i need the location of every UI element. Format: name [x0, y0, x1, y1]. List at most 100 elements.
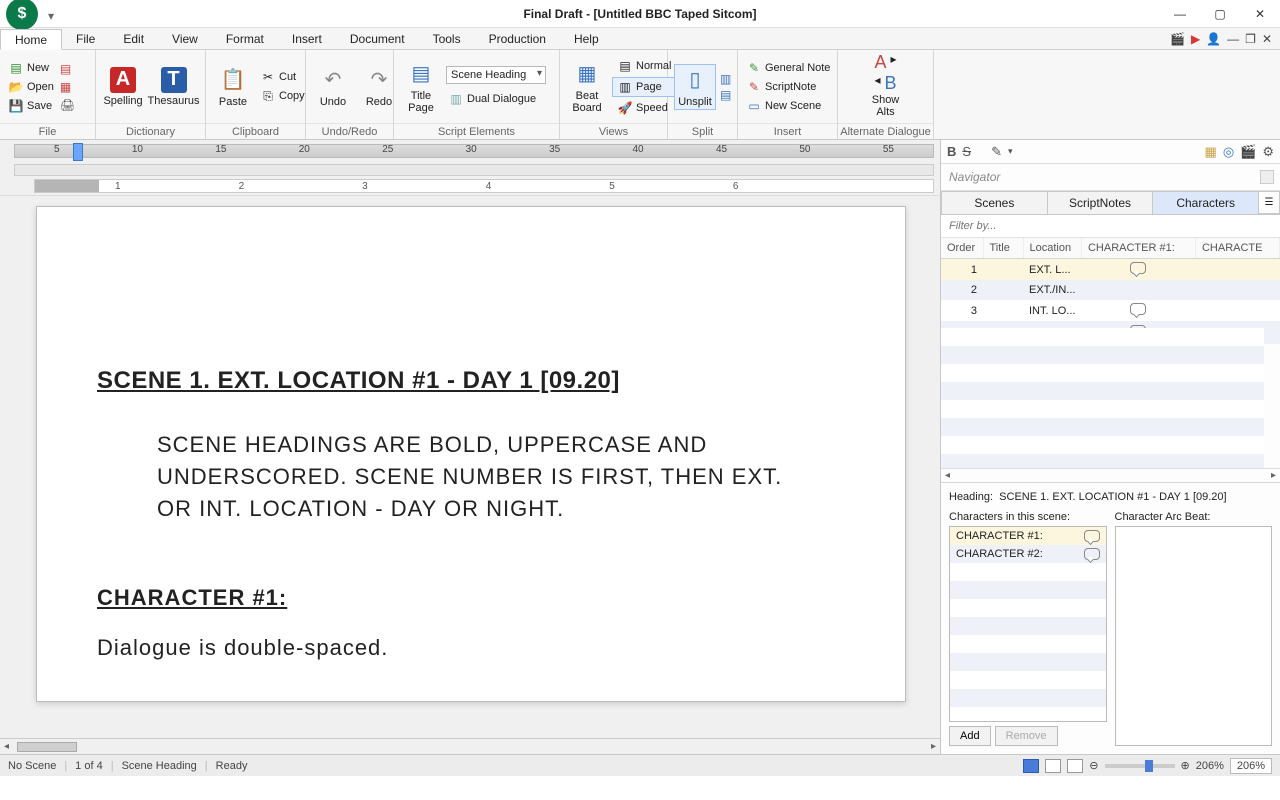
nav-h-scrollbar[interactable]: ◂▸	[941, 468, 1280, 482]
speed-view-button[interactable]: 🚀Speed	[612, 98, 676, 118]
editor-h-scrollbar[interactable]: ◂▸	[0, 738, 940, 754]
cut-button[interactable]: ✂Cut	[258, 68, 307, 86]
show-alts-button[interactable]: Show Alts	[872, 94, 900, 118]
list-item[interactable]: CHARACTER #1:	[950, 527, 1106, 545]
scriptnote-button[interactable]: ✎ScriptNote	[744, 78, 832, 96]
maximize-button[interactable]: ▢	[1200, 0, 1240, 28]
copy-button[interactable]: ⎘Copy	[258, 87, 307, 105]
highlighter-icon[interactable]: ✎	[991, 144, 1002, 160]
group-label-split: Split	[668, 123, 737, 139]
dual-dialogue-button[interactable]: ▥Dual Dialogue	[446, 90, 546, 108]
menu-edit[interactable]: Edit	[109, 28, 158, 49]
col-header[interactable]: Location	[1023, 238, 1081, 259]
note-icon[interactable]	[1084, 530, 1100, 542]
zoom-input[interactable]: 206%	[1230, 758, 1272, 774]
nav-collab-icon[interactable]: ⚙	[1262, 144, 1274, 160]
clapper-icon[interactable]: 🎬	[1170, 32, 1185, 46]
table-row[interactable]: 2EXT./IN...	[941, 281, 1280, 300]
new-scene-button[interactable]: ▭New Scene	[744, 97, 832, 115]
print-icon[interactable]: 🖨	[60, 98, 75, 112]
element-dropdown[interactable]: Scene Heading	[446, 66, 546, 84]
menu-tools[interactable]: Tools	[419, 28, 475, 49]
menu-help[interactable]: Help	[560, 28, 613, 49]
menu-production[interactable]: Production	[475, 28, 560, 49]
arc-beat-textbox[interactable]	[1115, 526, 1273, 746]
new-button[interactable]: ▤New	[6, 59, 56, 77]
nav-tab-scriptnotes[interactable]: ScriptNotes	[1047, 191, 1154, 214]
col-header[interactable]: Title	[983, 238, 1023, 259]
export-fdx-icon[interactable]: ▦	[60, 80, 75, 94]
split-vert-icon[interactable]: ▥	[720, 72, 731, 86]
list-item[interactable]: CHARACTER #2:	[950, 545, 1106, 563]
document-ruler[interactable]: 123456	[34, 179, 934, 193]
menu-document[interactable]: Document	[336, 28, 419, 49]
general-note-button[interactable]: ✎General Note	[744, 59, 832, 77]
mdi-close-icon[interactable]: ✕	[1262, 32, 1272, 46]
heading-value: SCENE 1. EXT. LOCATION #1 - DAY 1 [09.20…	[999, 491, 1226, 503]
view-mode-1-button[interactable]	[1023, 759, 1039, 773]
nav-map-icon[interactable]: ▦	[1205, 144, 1217, 160]
zoom-slider[interactable]	[1105, 764, 1175, 768]
highlighter-dd-icon[interactable]: ▾	[1008, 146, 1013, 157]
zoom-in-button[interactable]: ⊕	[1181, 759, 1190, 772]
play-icon[interactable]: ▶	[1191, 32, 1200, 46]
bold-button[interactable]: B	[947, 144, 956, 159]
view-mode-2-button[interactable]	[1045, 759, 1061, 773]
user-icon[interactable]: 👤	[1206, 32, 1221, 46]
alt-prev-icon[interactable]: ◂	[874, 73, 880, 94]
nav-tab-characters[interactable]: Characters	[1152, 191, 1259, 214]
save-button[interactable]: 💾Save	[6, 97, 56, 115]
qat-dropdown-icon[interactable]: ▾	[48, 9, 58, 19]
zoom-out-button[interactable]: ⊖	[1089, 759, 1098, 772]
unsplit-button[interactable]: ▯Unsplit	[674, 64, 716, 110]
normal-view-button[interactable]: ▤Normal	[612, 56, 676, 76]
dialogue-text[interactable]: Dialogue is double-spaced.	[97, 635, 845, 661]
menu-home[interactable]: Home	[0, 29, 62, 50]
nav-tab-options[interactable]: ☰	[1258, 191, 1280, 214]
nav-compass-icon[interactable]: ◎	[1223, 144, 1234, 160]
note-icon[interactable]	[1130, 303, 1146, 315]
remove-button[interactable]: Remove	[995, 726, 1058, 746]
menu-format[interactable]: Format	[212, 28, 278, 49]
add-button[interactable]: Add	[949, 726, 991, 746]
nav-clapper-icon[interactable]: 🎬	[1240, 144, 1256, 160]
navigator-menu-button[interactable]	[1260, 170, 1274, 184]
close-button[interactable]: ✕	[1240, 0, 1280, 28]
document-page[interactable]: SCENE 1. EXT. LOCATION #1 - DAY 1 [09.20…	[36, 206, 906, 702]
export-pdf-icon[interactable]: ▤	[60, 62, 75, 76]
minimize-button[interactable]: —	[1160, 0, 1200, 28]
page-view-button[interactable]: ▥Page	[612, 77, 676, 97]
menu-file[interactable]: File	[62, 28, 109, 49]
action-text[interactable]: SCENE HEADINGS ARE BOLD, UPPERCASE AND U…	[157, 429, 797, 525]
mdi-restore-icon[interactable]: ❐	[1245, 32, 1256, 46]
thesaurus-button[interactable]: TThesaurus	[148, 65, 199, 109]
note-icon[interactable]	[1084, 548, 1100, 560]
col-header[interactable]: CHARACTER #1:	[1081, 238, 1195, 259]
characters-listbox[interactable]: CHARACTER #1:CHARACTER #2:	[949, 526, 1107, 722]
spelling-button[interactable]: ASpelling	[102, 65, 144, 109]
menu-insert[interactable]: Insert	[278, 28, 336, 49]
table-row[interactable]: 3INT. LO...	[941, 300, 1280, 322]
view-mode-3-button[interactable]	[1067, 759, 1083, 773]
menu-view[interactable]: View	[158, 28, 212, 49]
scene-heading[interactable]: SCENE 1. EXT. LOCATION #1 - DAY 1 [09.20…	[97, 367, 845, 395]
character-name[interactable]: CHARACTER #1:	[97, 585, 845, 611]
title-page-button[interactable]: ▤Title Page	[400, 58, 442, 116]
col-header[interactable]: Order	[941, 238, 983, 259]
editor-area: 510152025303540455055 123456 SCENE 1. EX…	[0, 140, 940, 754]
filter-input[interactable]	[941, 215, 1280, 238]
paste-button[interactable]: 📋Paste	[212, 64, 254, 110]
nav-tab-scenes[interactable]: Scenes	[941, 191, 1048, 214]
beat-board-button[interactable]: ▦Beat Board	[566, 58, 608, 116]
open-button[interactable]: 📂Open	[6, 78, 56, 96]
alt-next-icon[interactable]: ▸	[890, 52, 896, 73]
table-row[interactable]: 1EXT. L...	[941, 259, 1280, 281]
note-icon[interactable]	[1130, 262, 1146, 274]
split-horiz-icon[interactable]: ▤	[720, 88, 731, 102]
undo-button[interactable]: ↶Undo	[312, 64, 354, 110]
navigator-title: Navigator	[949, 170, 1000, 184]
outline-scrollbar[interactable]	[14, 164, 934, 176]
strike-button[interactable]: S	[962, 144, 971, 159]
mdi-minimize-icon[interactable]: —	[1227, 32, 1239, 46]
col-header[interactable]: CHARACTE	[1195, 238, 1279, 259]
